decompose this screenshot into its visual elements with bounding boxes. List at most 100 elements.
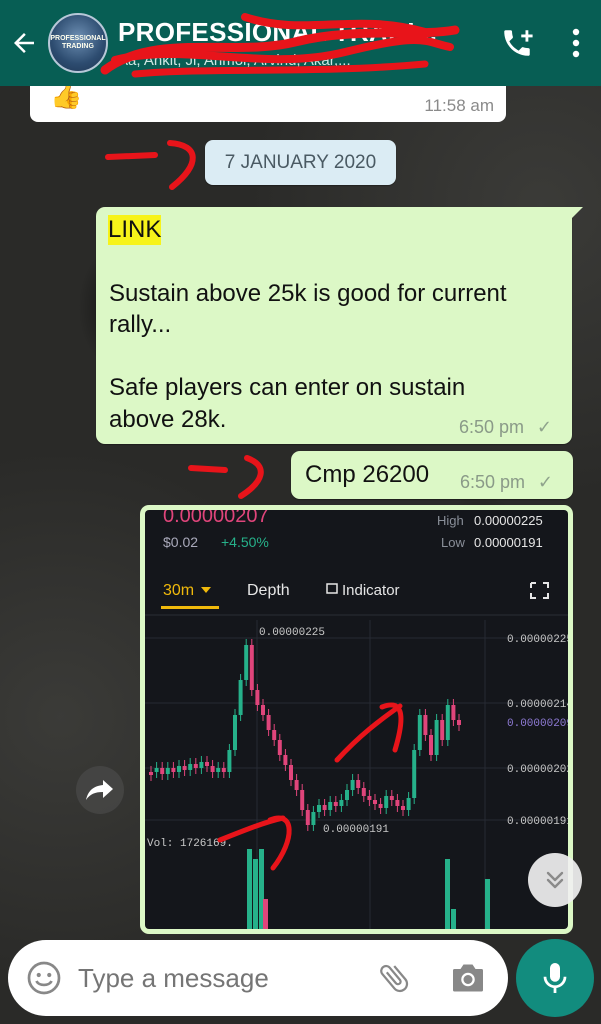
candle — [210, 766, 215, 772]
volume-bar — [451, 909, 456, 929]
candle — [289, 765, 293, 780]
candle — [238, 680, 243, 715]
candle — [205, 762, 209, 766]
candle — [412, 750, 417, 798]
scroll-to-bottom-button[interactable] — [528, 853, 582, 907]
message-time: 6:50 pm — [458, 417, 524, 437]
message-line: above 28k. — [109, 406, 227, 433]
high-label: High — [437, 513, 464, 528]
outgoing-message[interactable]: LINK Sustain above 25k is good for curre… — [96, 207, 583, 444]
candle — [434, 720, 439, 755]
menu-button[interactable] — [551, 0, 601, 86]
message-time: 11:58 am — [424, 96, 494, 115]
high-value: 0.00000225 — [474, 513, 543, 528]
candle — [244, 645, 249, 680]
candle — [445, 705, 450, 740]
image-message[interactable]: 0.00000207 $0.02 +4.50% High 0.00000225 … — [140, 505, 573, 934]
volume-bar — [445, 859, 450, 929]
microphone-icon — [543, 963, 567, 993]
candle — [249, 645, 254, 690]
candle — [339, 800, 344, 806]
back-button[interactable] — [0, 0, 48, 86]
candle — [350, 780, 355, 790]
candle — [177, 766, 181, 772]
axis-label: 0.00000191 — [507, 816, 568, 828]
trough-label: 0.00000191 — [323, 824, 389, 836]
candle — [311, 812, 316, 825]
message-text: Cmp 26200 — [305, 461, 430, 488]
message-line: Safe players can enter on sustain — [109, 374, 466, 401]
candle — [423, 715, 428, 735]
candle — [182, 766, 187, 770]
forward-arrow-icon — [86, 780, 113, 800]
camera-icon[interactable] — [450, 961, 486, 995]
candle — [305, 810, 310, 825]
candle — [322, 805, 327, 810]
add-call-button[interactable] — [483, 0, 551, 86]
candle — [457, 720, 461, 725]
highlighted-text: LINK — [108, 215, 162, 245]
candle — [149, 772, 153, 775]
forward-button[interactable] — [76, 766, 124, 814]
candle — [221, 768, 226, 772]
candle — [165, 768, 170, 774]
tab-indicator: Indicator — [342, 582, 400, 599]
usd-price: $0.02 — [163, 534, 198, 550]
volume-bar — [253, 859, 258, 929]
date-separator: 7 JANUARY 2020 — [205, 140, 396, 185]
candle — [317, 805, 321, 812]
low-value: 0.00000191 — [474, 535, 543, 550]
candle — [193, 764, 198, 768]
candle — [199, 762, 204, 768]
candlestick-chart: 0.00000207 $0.02 +4.50% High 0.00000225 … — [145, 510, 568, 929]
candle — [417, 715, 422, 750]
candle — [272, 730, 277, 740]
candle — [171, 768, 176, 772]
tab-depth: Depth — [247, 582, 290, 599]
candle — [440, 720, 445, 740]
candle — [154, 768, 159, 772]
message-input[interactable] — [78, 958, 368, 998]
candle — [401, 806, 405, 810]
chat-header: PROFESSIONAL TRADING PROFESSIONAL TRADI.… — [0, 0, 601, 86]
more-vertical-icon — [572, 28, 580, 58]
low-label: Low — [441, 535, 465, 550]
candle — [395, 800, 400, 806]
message-composer — [8, 940, 508, 1016]
chart-screenshot[interactable]: 0.00000207 $0.02 +4.50% High 0.00000225 … — [145, 510, 568, 929]
candle — [227, 750, 232, 772]
annotation-arrow — [188, 455, 264, 499]
candle — [294, 780, 299, 790]
axis-label: 0.00000225 — [507, 634, 568, 646]
candle — [188, 764, 193, 770]
thumbs-up-icon: 👍 — [50, 80, 83, 110]
outgoing-message[interactable]: Cmp 26200 6:50 pm ✓ — [291, 451, 573, 499]
redaction-scribble — [100, 13, 460, 78]
fullscreen-icon — [530, 582, 549, 599]
emoji-icon[interactable] — [26, 960, 62, 996]
candle — [255, 690, 260, 705]
candle — [216, 768, 221, 772]
candle — [277, 740, 282, 755]
axis-label: 0.00000214 — [507, 699, 568, 711]
candle — [378, 804, 383, 808]
volume-bar — [263, 899, 268, 929]
phone-add-icon — [504, 30, 533, 56]
volume-bar — [485, 879, 490, 929]
tab-interval: 30m — [163, 582, 194, 599]
annotation-arrow — [105, 140, 196, 190]
peak-label: 0.00000225 — [259, 627, 325, 639]
voice-record-button[interactable] — [516, 939, 594, 1017]
double-chevron-down-icon — [546, 871, 564, 889]
candle — [367, 796, 372, 800]
candle — [283, 755, 288, 765]
candle — [389, 796, 394, 800]
price-change: +4.50% — [221, 534, 269, 550]
attach-icon[interactable] — [376, 960, 412, 996]
previous-message-bubble[interactable]: 👍 11:58 am — [30, 80, 506, 122]
svg-text:0.00000207: 0.00000207 — [163, 510, 269, 527]
candle — [361, 788, 366, 796]
annotation-arrow — [267, 815, 292, 871]
candle — [333, 802, 338, 806]
sent-tick-icon: ✓ — [536, 417, 552, 437]
